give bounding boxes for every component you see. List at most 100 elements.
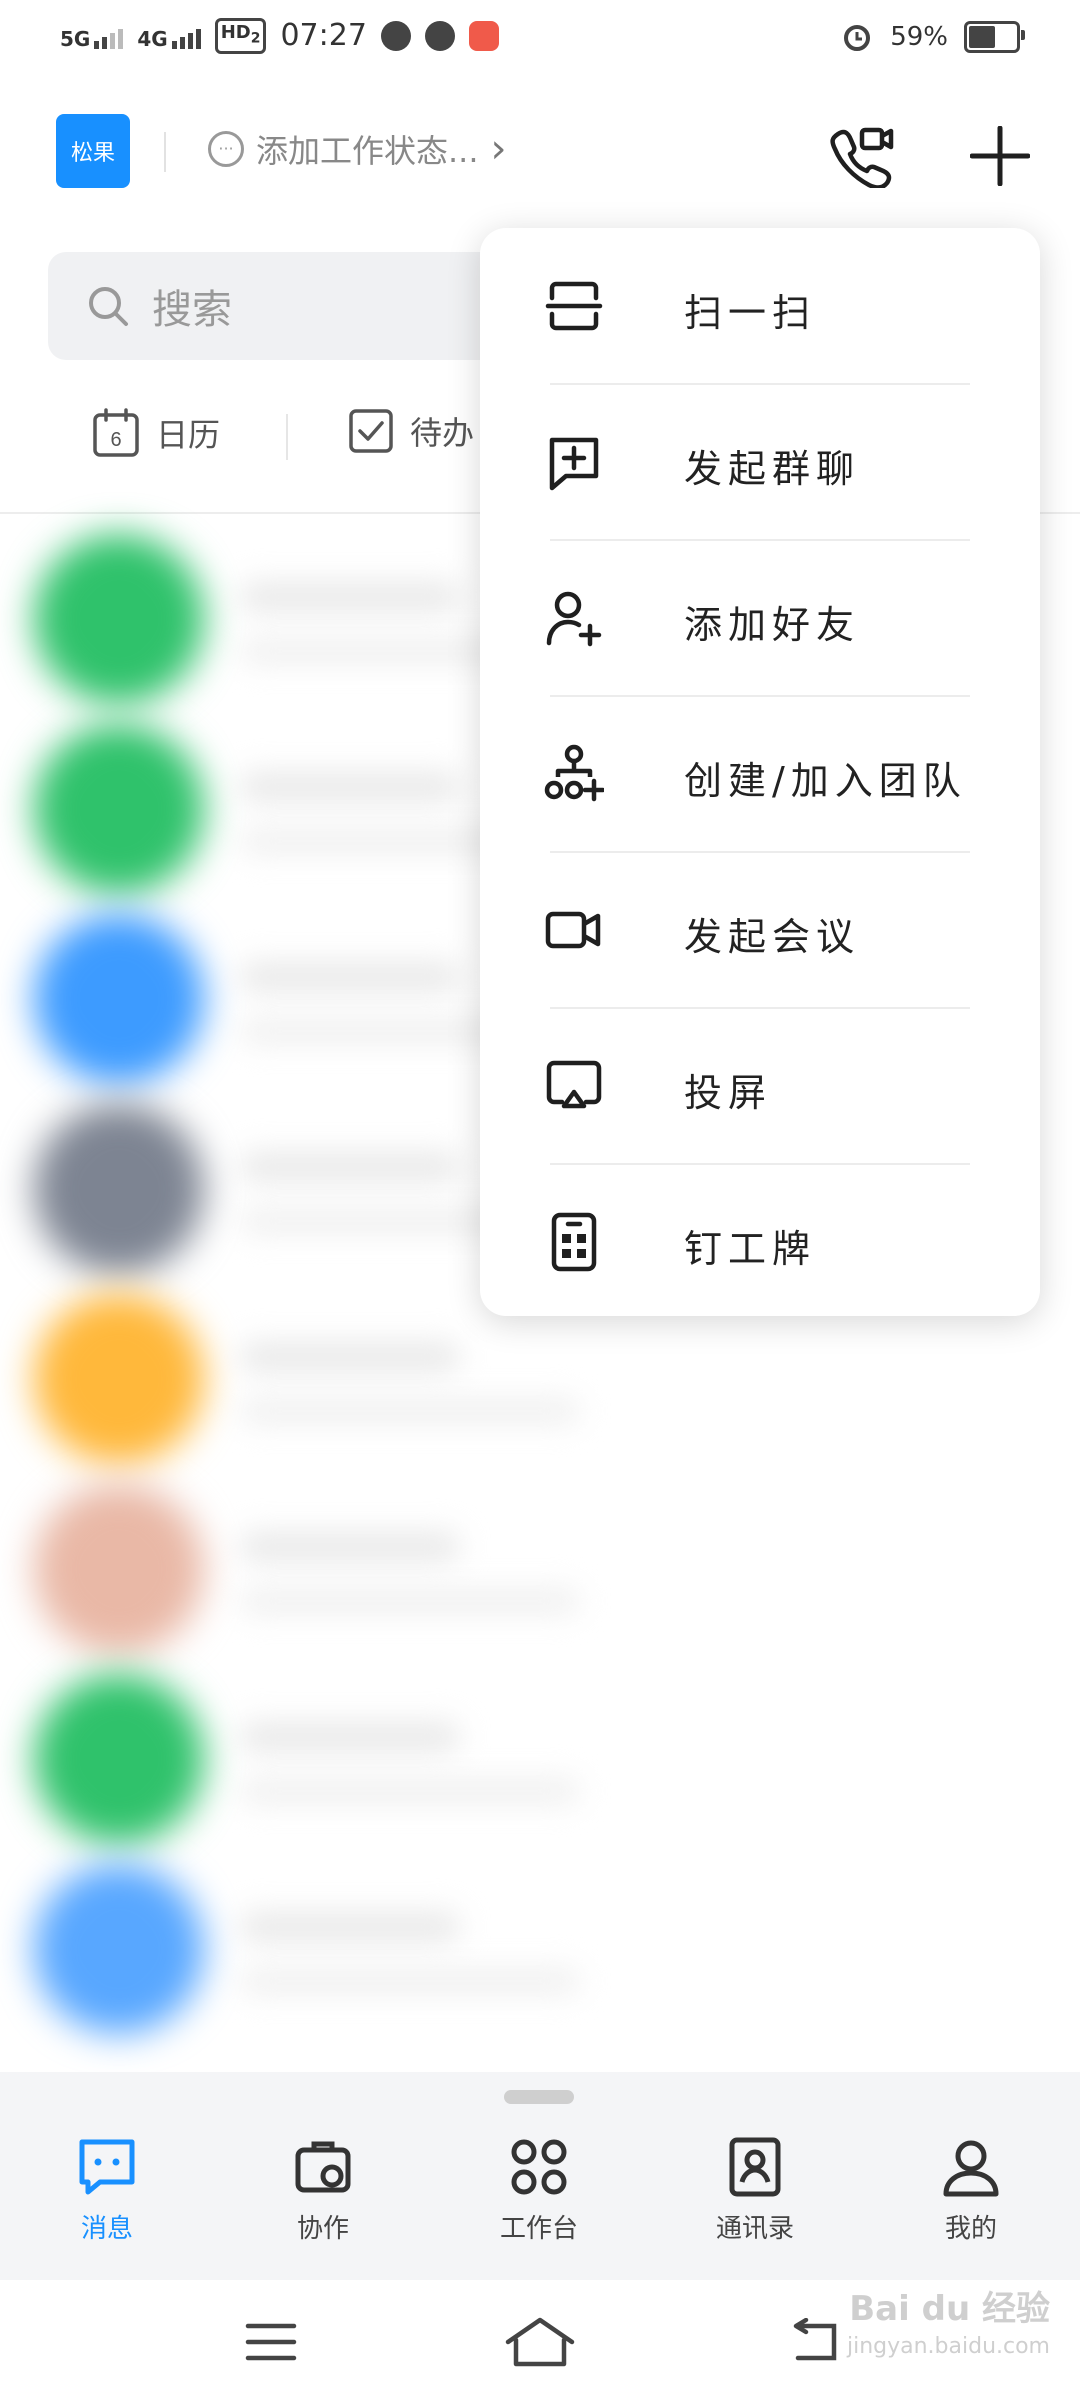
chevron-right-icon: › — [490, 126, 507, 172]
org-avatar[interactable]: 松果 — [56, 114, 130, 188]
chat-avatar — [34, 724, 204, 894]
search-bar[interactable]: 搜索 — [48, 252, 548, 360]
chat-row[interactable] — [0, 1470, 1080, 1670]
drag-handle[interactable] — [504, 2090, 574, 2104]
watermark-brand: Bai du 经验 — [849, 2289, 1050, 2329]
clock-time: 07:27 — [280, 18, 367, 54]
calendar-label: 日历 — [156, 416, 221, 454]
todo-shortcut[interactable]: 待办 — [348, 408, 474, 454]
chat-title-blurred — [240, 772, 460, 802]
chat-preview-blurred — [240, 1778, 580, 1804]
message-icon — [79, 2139, 135, 2195]
chat-bubble-icon: ··· — [208, 131, 244, 167]
chat-row[interactable] — [0, 1850, 1080, 2050]
baidu-jingyan-watermark: Bai du 经验 jingyan.baidu.com — [847, 2290, 1050, 2366]
menu-item-screencast[interactable]: 投屏 — [480, 1008, 1040, 1164]
plus-icon — [970, 126, 1030, 186]
chat-preview-blurred — [240, 1588, 580, 1614]
work-status-link[interactable]: ··· 添加工作状态... › — [208, 126, 507, 172]
back-icon[interactable] — [788, 2318, 844, 2366]
chat-avatar — [34, 1674, 204, 1844]
scan-icon — [545, 281, 603, 331]
home-icon[interactable] — [504, 2316, 576, 2368]
chat-title-blurred — [240, 1342, 460, 1372]
tab-collab[interactable]: 协作 — [248, 2136, 398, 2245]
menu-item-group-chat[interactable]: 发起群聊 — [480, 384, 1040, 540]
menu-label-meeting: 发起会议 — [684, 915, 861, 959]
badge-icon — [551, 1212, 597, 1272]
search-icon — [89, 287, 128, 326]
menu-lines-icon[interactable] — [244, 2320, 298, 2364]
work-status-text: 添加工作状态... — [256, 132, 479, 170]
battery-icon — [964, 21, 1025, 53]
tab-label-contacts: 通讯录 — [715, 2214, 794, 2244]
menu-label-scan: 扫一扫 — [684, 291, 817, 335]
header-divider — [164, 132, 166, 172]
status-bar: 5G 4G HD2 07:27 59% — [0, 0, 1080, 80]
tab-label-messages: 消息 — [80, 2214, 133, 2244]
search-placeholder: 搜索 — [152, 287, 232, 333]
chat-title-blurred — [240, 1912, 460, 1942]
calendar-day: 6 — [110, 429, 121, 451]
chat-title-blurred — [240, 1722, 460, 1752]
chat-avatar — [34, 534, 204, 704]
group-chat-icon — [549, 437, 599, 491]
profile-icon — [943, 2140, 999, 2197]
menu-item-add-friend[interactable]: 添加好友 — [480, 540, 1040, 696]
watermark-url: jingyan.baidu.com — [846, 2334, 1050, 2359]
menu-item-badge[interactable]: 钉工牌 — [480, 1164, 1040, 1320]
quick-divider — [286, 414, 288, 460]
status-bar-right: 59% — [840, 20, 1025, 54]
tab-messages[interactable]: 消息 — [32, 2136, 182, 2245]
menu-item-meeting[interactable]: 发起会议 — [480, 852, 1040, 1008]
chat-avatar — [34, 1294, 204, 1464]
chat-row[interactable] — [0, 1660, 1080, 1860]
phone-video-icon — [830, 127, 894, 188]
chat-avatar — [34, 914, 204, 1084]
compass-app-icon — [380, 20, 411, 51]
chat-title-blurred — [240, 1152, 460, 1182]
add-popup-menu: 扫一扫 发起群聊 添加好友 创建/加入团队 发起会议 投屏 钉工牌 — [480, 228, 1040, 1316]
chat-avatar — [34, 1104, 204, 1274]
battery-percent: 59% — [890, 22, 948, 52]
video-call-button[interactable] — [826, 120, 898, 192]
network-label-5g: 5G — [60, 26, 91, 51]
collab-icon — [295, 2141, 351, 2193]
calendar-shortcut[interactable]: 6 日历 — [92, 408, 220, 458]
add-menu-button[interactable] — [964, 120, 1036, 192]
hd-voice-icon: HD2 — [214, 18, 267, 54]
workbench-icon — [511, 2139, 567, 2195]
chat-avatar — [34, 1864, 204, 2034]
music-app-icon — [424, 20, 455, 51]
org-avatar-text: 松果 — [70, 141, 115, 166]
menu-label-add-friend: 添加好友 — [684, 603, 861, 647]
notification-app-icon — [468, 20, 499, 51]
add-friend-icon — [546, 591, 602, 647]
calendar-icon: 6 — [93, 408, 139, 457]
network-label-4g: 4G — [137, 26, 168, 51]
contacts-icon — [729, 2137, 781, 2197]
menu-label-screencast: 投屏 — [684, 1071, 773, 1115]
tab-label-workbench: 工作台 — [499, 2214, 578, 2244]
chat-title-blurred — [240, 962, 460, 992]
alarm-icon — [844, 25, 871, 51]
menu-item-scan[interactable]: 扫一扫 — [480, 228, 1040, 384]
tab-label-profile: 我的 — [944, 2214, 997, 2244]
tab-workbench[interactable]: 工作台 — [464, 2136, 614, 2245]
menu-label-badge: 钉工牌 — [684, 1227, 817, 1271]
signal-5g-icon: 5G — [60, 23, 124, 51]
team-icon — [544, 744, 604, 802]
tab-contacts[interactable]: 通讯录 — [680, 2136, 830, 2245]
checkbox-icon — [349, 409, 393, 453]
tab-profile[interactable]: 我的 — [896, 2136, 1046, 2245]
tab-label-collab: 协作 — [296, 2214, 349, 2244]
video-icon — [545, 911, 601, 949]
menu-label-team: 创建/加入团队 — [684, 759, 967, 803]
chat-preview-blurred — [240, 1968, 580, 1994]
todo-label: 待办 — [410, 414, 475, 452]
chat-title-blurred — [240, 582, 460, 612]
menu-item-team[interactable]: 创建/加入团队 — [480, 696, 1040, 852]
menu-label-group-chat: 发起群聊 — [684, 447, 861, 491]
signal-4g-icon: 4G — [137, 23, 201, 51]
status-bar-left: 5G 4G HD2 07:27 — [60, 18, 499, 54]
